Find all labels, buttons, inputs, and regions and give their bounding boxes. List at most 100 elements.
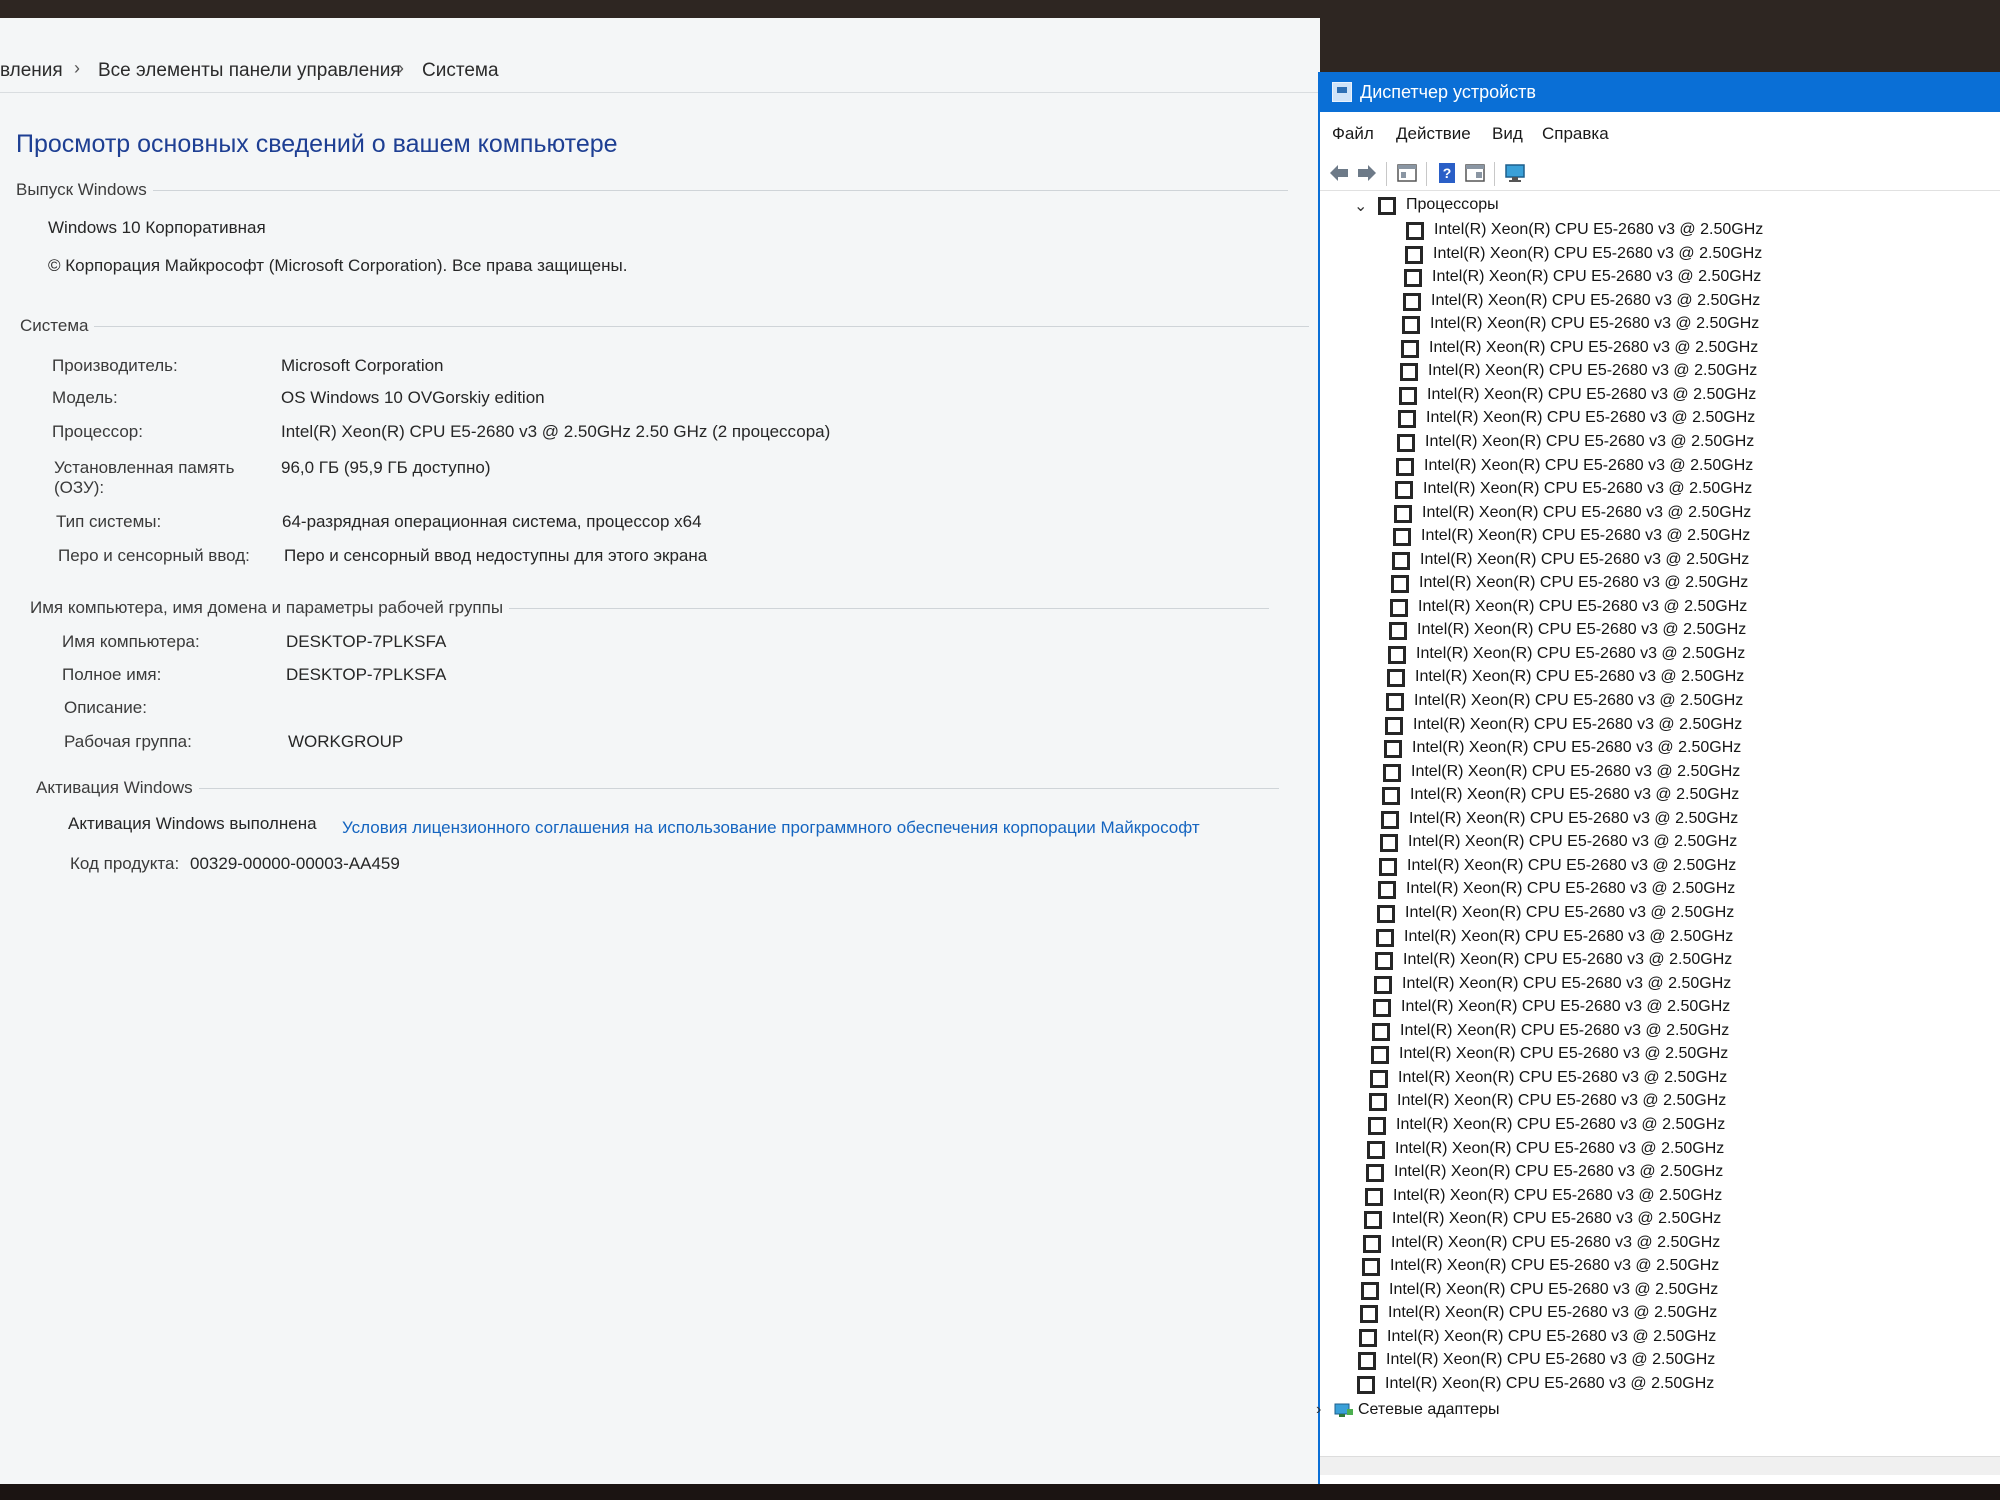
processor-item[interactable]: Intel(R) Xeon(R) CPU E5-2680 v3 @ 2.50GH… <box>1320 666 2000 688</box>
device-manager-title-bar[interactable]: Диспетчер устройств <box>1320 72 2000 112</box>
processor-item[interactable]: Intel(R) Xeon(R) CPU E5-2680 v3 @ 2.50GH… <box>1320 572 2000 594</box>
processor-item[interactable]: Intel(R) Xeon(R) CPU E5-2680 v3 @ 2.50GH… <box>1320 1020 2000 1042</box>
processor-item[interactable]: Intel(R) Xeon(R) CPU E5-2680 v3 @ 2.50GH… <box>1320 761 2000 783</box>
processor-item[interactable]: Intel(R) Xeon(R) CPU E5-2680 v3 @ 2.50GH… <box>1320 619 2000 641</box>
tree-category-processors[interactable]: ⌄ Процессоры <box>1320 194 2000 218</box>
processor-item[interactable]: Intel(R) Xeon(R) CPU E5-2680 v3 @ 2.50GH… <box>1320 478 2000 500</box>
processor-item[interactable]: Intel(R) Xeon(R) CPU E5-2680 v3 @ 2.50GH… <box>1320 596 2000 618</box>
toolbar-separator <box>1426 162 1427 186</box>
processor-item[interactable]: Intel(R) Xeon(R) CPU E5-2680 v3 @ 2.50GH… <box>1320 1043 2000 1065</box>
tree-category-network-adapters[interactable]: › Сетевые адаптеры <box>1316 1399 2000 1423</box>
section-heading: Активация Windows <box>36 778 193 797</box>
manufacturer-label: Производитель: <box>52 356 178 375</box>
processor-item[interactable]: Intel(R) Xeon(R) CPU E5-2680 v3 @ 2.50GH… <box>1320 996 2000 1018</box>
processor-item[interactable]: Intel(R) Xeon(R) CPU E5-2680 v3 @ 2.50GH… <box>1320 525 2000 547</box>
processor-item[interactable]: Intel(R) Xeon(R) CPU E5-2680 v3 @ 2.50GH… <box>1320 973 2000 995</box>
processor-item-label: Intel(R) Xeon(R) CPU E5-2680 v3 @ 2.50GH… <box>1431 291 1761 309</box>
processor-item[interactable]: Intel(R) Xeon(R) CPU E5-2680 v3 @ 2.50GH… <box>1320 855 2000 877</box>
processor-item[interactable]: Intel(R) Xeon(R) CPU E5-2680 v3 @ 2.50GH… <box>1320 1067 2000 1089</box>
processor-item[interactable]: Intel(R) Xeon(R) CPU E5-2680 v3 @ 2.50GH… <box>1320 290 2000 312</box>
properties-icon[interactable] <box>1396 162 1418 184</box>
processor-item[interactable]: Intel(R) Xeon(R) CPU E5-2680 v3 @ 2.50GH… <box>1320 455 2000 477</box>
processor-item[interactable]: Intel(R) Xeon(R) CPU E5-2680 v3 @ 2.50GH… <box>1320 808 2000 830</box>
processor-item[interactable]: Intel(R) Xeon(R) CPU E5-2680 v3 @ 2.50GH… <box>1320 549 2000 571</box>
processor-item[interactable]: Intel(R) Xeon(R) CPU E5-2680 v3 @ 2.50GH… <box>1320 949 2000 971</box>
processor-item[interactable]: Intel(R) Xeon(R) CPU E5-2680 v3 @ 2.50GH… <box>1320 784 2000 806</box>
processor-item[interactable]: Intel(R) Xeon(R) CPU E5-2680 v3 @ 2.50GH… <box>1320 643 2000 665</box>
processor-item-label: Intel(R) Xeon(R) CPU E5-2680 v3 @ 2.50GH… <box>1422 503 1752 521</box>
processor-item[interactable]: Intel(R) Xeon(R) CPU E5-2680 v3 @ 2.50GH… <box>1320 502 2000 524</box>
processor-item[interactable]: Intel(R) Xeon(R) CPU E5-2680 v3 @ 2.50GH… <box>1320 1373 2000 1395</box>
processor-item[interactable]: Intel(R) Xeon(R) CPU E5-2680 v3 @ 2.50GH… <box>1320 1232 2000 1254</box>
chevron-down-icon[interactable]: ⌄ <box>1354 196 1367 216</box>
processor-item[interactable]: Intel(R) Xeon(R) CPU E5-2680 v3 @ 2.50GH… <box>1320 926 2000 948</box>
tree-category-label: Сетевые адаптеры <box>1358 1400 1500 1418</box>
monitor-icon[interactable] <box>1504 162 1526 184</box>
device-tree[interactable]: ⌄ Процессоры Intel(R) Xeon(R) CPU E5-2680 … <box>1316 194 2000 1474</box>
processor-item[interactable]: Intel(R) Xeon(R) CPU E5-2680 v3 @ 2.50GH… <box>1320 1161 2000 1183</box>
breadcrumb-item-system[interactable]: Система <box>422 60 499 82</box>
processor-icon <box>1384 740 1402 759</box>
processor-icon <box>1379 857 1397 876</box>
processor-item[interactable]: Intel(R) Xeon(R) CPU E5-2680 v3 @ 2.50GH… <box>1320 1255 2000 1277</box>
menu-action[interactable]: Действие <box>1396 124 1471 144</box>
processor-item[interactable]: Intel(R) Xeon(R) CPU E5-2680 v3 @ 2.50GH… <box>1320 1090 2000 1112</box>
processor-item[interactable]: Intel(R) Xeon(R) CPU E5-2680 v3 @ 2.50GH… <box>1320 1302 2000 1324</box>
processor-item[interactable]: Intel(R) Xeon(R) CPU E5-2680 v3 @ 2.50GH… <box>1320 407 2000 429</box>
processor-item[interactable]: Intel(R) Xeon(R) CPU E5-2680 v3 @ 2.50GH… <box>1320 737 2000 759</box>
processor-icon <box>1376 928 1394 947</box>
processor-icon <box>1363 1234 1381 1253</box>
horizontal-scrollbar[interactable] <box>1320 1456 2000 1475</box>
full-name-label: Полное имя: <box>62 665 162 684</box>
processor-item[interactable]: Intel(R) Xeon(R) CPU E5-2680 v3 @ 2.50GH… <box>1320 1185 2000 1207</box>
processor-item[interactable]: Intel(R) Xeon(R) CPU E5-2680 v3 @ 2.50GH… <box>1320 219 2000 241</box>
processor-item[interactable]: Intel(R) Xeon(R) CPU E5-2680 v3 @ 2.50GH… <box>1320 714 2000 736</box>
section-system: Система <box>20 316 1310 336</box>
processor-icon <box>1365 1187 1383 1206</box>
breadcrumb-separator-icon: › <box>74 58 80 78</box>
processor-item[interactable]: Intel(R) Xeon(R) CPU E5-2680 v3 @ 2.50GH… <box>1320 266 2000 288</box>
processor-item[interactable]: Intel(R) Xeon(R) CPU E5-2680 v3 @ 2.50GH… <box>1320 243 2000 265</box>
processor-item[interactable]: Intel(R) Xeon(R) CPU E5-2680 v3 @ 2.50GH… <box>1320 384 2000 406</box>
license-terms-link[interactable]: Условия лицензионного соглашения на испо… <box>342 818 1200 838</box>
forward-arrow-icon[interactable] <box>1356 162 1378 184</box>
processor-item[interactable]: Intel(R) Xeon(R) CPU E5-2680 v3 @ 2.50GH… <box>1320 831 2000 853</box>
menu-file[interactable]: Файл <box>1332 124 1374 144</box>
processor-item[interactable]: Intel(R) Xeon(R) CPU E5-2680 v3 @ 2.50GH… <box>1320 360 2000 382</box>
menu-view[interactable]: Вид <box>1492 124 1523 144</box>
section-heading: Выпуск Windows <box>16 180 147 199</box>
processor-icon <box>1357 1376 1375 1394</box>
breadcrumb-item-all-items[interactable]: Все элементы панели управления <box>98 60 401 82</box>
processor-item[interactable]: Intel(R) Xeon(R) CPU E5-2680 v3 @ 2.50GH… <box>1320 902 2000 924</box>
details-view-icon[interactable] <box>1464 162 1486 184</box>
processor-item-label: Intel(R) Xeon(R) CPU E5-2680 v3 @ 2.50GH… <box>1415 668 1745 686</box>
processor-icon <box>1393 528 1411 547</box>
menu-help[interactable]: Справка <box>1542 124 1609 144</box>
product-key-value: 00329-00000-00003-AA459 <box>190 854 400 873</box>
svg-text:?: ? <box>1443 165 1452 181</box>
processor-item[interactable]: Intel(R) Xeon(R) CPU E5-2680 v3 @ 2.50GH… <box>1320 878 2000 900</box>
processor-item[interactable]: Intel(R) Xeon(R) CPU E5-2680 v3 @ 2.50GH… <box>1320 1349 2000 1371</box>
processor-item[interactable]: Intel(R) Xeon(R) CPU E5-2680 v3 @ 2.50GH… <box>1320 431 2000 453</box>
processor-icon <box>1402 316 1420 335</box>
section-divider <box>509 607 1270 609</box>
processor-item[interactable]: Intel(R) Xeon(R) CPU E5-2680 v3 @ 2.50GH… <box>1320 337 2000 359</box>
help-icon[interactable]: ? <box>1436 162 1458 184</box>
processor-item[interactable]: Intel(R) Xeon(R) CPU E5-2680 v3 @ 2.50GH… <box>1320 1114 2000 1136</box>
chevron-right-icon[interactable]: › <box>1316 1401 1321 1419</box>
section-windows-edition: Выпуск Windows <box>16 180 1288 200</box>
address-bar[interactable]: вления › Все элементы панели управления … <box>0 48 1320 93</box>
processor-item[interactable]: Intel(R) Xeon(R) CPU E5-2680 v3 @ 2.50GH… <box>1320 313 2000 335</box>
processor-icon <box>1360 1305 1378 1324</box>
processor-item[interactable]: Intel(R) Xeon(R) CPU E5-2680 v3 @ 2.50GH… <box>1320 690 2000 712</box>
breadcrumb-item-control-panel[interactable]: вления <box>0 60 63 82</box>
processor-item[interactable]: Intel(R) Xeon(R) CPU E5-2680 v3 @ 2.50GH… <box>1320 1326 2000 1348</box>
processor-item[interactable]: Intel(R) Xeon(R) CPU E5-2680 v3 @ 2.50GH… <box>1320 1138 2000 1160</box>
processor-item[interactable]: Intel(R) Xeon(R) CPU E5-2680 v3 @ 2.50GH… <box>1320 1208 2000 1230</box>
back-arrow-icon[interactable] <box>1328 162 1350 184</box>
processor-item-label: Intel(R) Xeon(R) CPU E5-2680 v3 @ 2.50GH… <box>1402 974 1732 992</box>
processor-item-label: Intel(R) Xeon(R) CPU E5-2680 v3 @ 2.50GH… <box>1418 597 1748 615</box>
processor-item-label: Intel(R) Xeon(R) CPU E5-2680 v3 @ 2.50GH… <box>1428 362 1758 380</box>
processor-item-label: Intel(R) Xeon(R) CPU E5-2680 v3 @ 2.50GH… <box>1407 856 1737 874</box>
processor-item[interactable]: Intel(R) Xeon(R) CPU E5-2680 v3 @ 2.50GH… <box>1320 1279 2000 1301</box>
